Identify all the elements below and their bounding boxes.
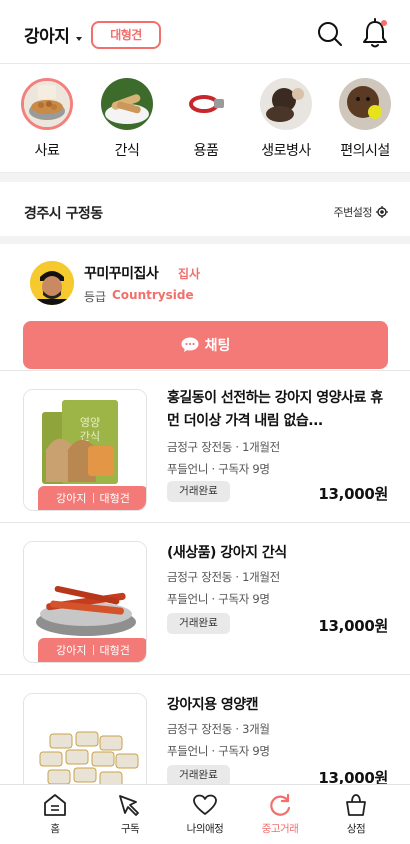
shopping-bag-icon: [346, 794, 366, 816]
product-item[interactable]: 영양 간식 강아지 대형견 홍길동이 선전하는 강아지 영양사료 휴먼 더이상 …: [0, 370, 410, 522]
tab-home[interactable]: 홈: [15, 793, 95, 836]
size-filter-badge[interactable]: 대형견: [91, 21, 161, 49]
status-badge: 거래완료: [167, 613, 230, 634]
home-icon: [44, 794, 66, 816]
tab-used-trade[interactable]: 중고거래: [240, 793, 320, 836]
seller-nickname[interactable]: 꾸미꾸미집사: [84, 263, 159, 283]
grade-label: 등급: [84, 290, 107, 304]
product-seller-info: 푸들언니 · 구독자 9명: [167, 462, 270, 476]
svg-text:영양: 영양: [80, 416, 100, 429]
category-facilities[interactable]: 편의시설: [329, 78, 401, 160]
product-tags: 강아지 대형견: [38, 638, 146, 662]
subscribe-icon: [119, 795, 139, 816]
category-food[interactable]: 사료: [11, 78, 83, 160]
product-price: 13,000원: [318, 617, 388, 635]
pet-type-caret-icon[interactable]: [76, 37, 82, 41]
dog-collar-icon: [180, 78, 232, 130]
category-row: 사료 간식 용품 생로병사 편의시설: [0, 64, 410, 172]
tab-label: 나의애정: [186, 823, 224, 835]
category-label: 생로병사: [261, 143, 311, 159]
avatar[interactable]: [30, 261, 74, 305]
product-tag: 강아지: [56, 492, 87, 505]
heart-icon: [193, 794, 217, 815]
dog-photo-icon: [260, 78, 312, 130]
product-tag: 강아지: [56, 644, 87, 657]
product-location-time: 금정구 장전동 · 1개월전: [167, 570, 280, 584]
nearby-setting-button[interactable]: 주변설정: [334, 204, 388, 220]
category-label: 편의시설: [340, 143, 390, 159]
refresh-icon: [270, 793, 291, 816]
location-target-icon: [376, 206, 388, 218]
product-tag: 대형견: [99, 644, 130, 657]
section-divider: [0, 172, 410, 182]
product-image[interactable]: 영양 간식 강아지 대형견: [23, 389, 147, 511]
product-tags: 강아지 대형견: [38, 486, 146, 510]
category-label: 용품: [193, 143, 219, 159]
location-name: 경주시 구정동: [24, 206, 103, 222]
category-label: 사료: [34, 143, 60, 159]
dog-treats-icon: [101, 78, 153, 130]
product-image[interactable]: 강아지 대형견: [23, 541, 147, 663]
product-item[interactable]: 강아지 대형견 (새상품) 강아지 간식 금정구 장전동 · 1개월전 푸들언니…: [0, 522, 410, 674]
category-life-cycle[interactable]: 생로병사: [250, 78, 322, 160]
tab-subscribe[interactable]: 구독: [90, 793, 170, 836]
product-seller-info: 푸들언니 · 구독자 9명: [167, 592, 270, 606]
tab-my-favorites[interactable]: 나의애정: [165, 793, 245, 836]
product-location-time: 금정구 장전동 · 1개월전: [167, 440, 280, 454]
tab-label: 구독: [120, 823, 140, 835]
product-tag: 대형견: [99, 492, 130, 505]
grade-value: Countryside: [112, 288, 194, 302]
bottom-tab-bar: 홈 구독 나의애정 중고거래 상점: [0, 784, 410, 844]
nearby-setting-label: 주변설정: [333, 206, 373, 219]
product-seller-info: 푸들언니 · 구독자 9명: [167, 744, 270, 758]
seller-role-badge: 집사: [178, 267, 201, 281]
status-badge: 거래완료: [167, 765, 230, 786]
product-title[interactable]: 강아지용 영양캔: [167, 694, 392, 717]
location-bar: 경주시 구정동 주변설정: [0, 182, 410, 236]
tab-shop[interactable]: 상점: [316, 793, 396, 836]
notification-bell-icon[interactable]: [360, 17, 390, 49]
tab-label: 상점: [346, 823, 366, 835]
category-treats[interactable]: 간식: [91, 78, 163, 160]
category-supplies[interactable]: 용품: [170, 78, 242, 160]
section-divider: [0, 236, 410, 244]
app-header: 강아지 대형견: [0, 0, 410, 64]
product-title[interactable]: 홍길동이 선전하는 강아지 영양사료 휴먼 더이상 가격 내림 없습...: [167, 387, 392, 433]
dog-food-bowl-icon: [21, 78, 73, 130]
tag-separator: [92, 645, 94, 655]
tab-label: 홈: [50, 823, 60, 835]
tag-separator: [92, 493, 94, 503]
chat-button[interactable]: 채팅: [23, 321, 388, 369]
pet-type-selector[interactable]: 강아지: [24, 22, 70, 47]
seller-profile: 꾸미꾸미집사 집사 등급 Countryside 채팅: [0, 244, 410, 384]
dog-with-ball-icon: [339, 78, 391, 130]
product-title[interactable]: (새상품) 강아지 간식: [167, 542, 392, 565]
product-location-time: 금정구 장전동 · 3개월: [167, 722, 270, 736]
search-icon[interactable]: [316, 20, 344, 48]
tab-label: 중고거래: [261, 823, 299, 835]
chat-button-label: 채팅: [204, 338, 231, 354]
product-price: 13,000원: [318, 485, 388, 503]
category-label: 간식: [114, 143, 140, 159]
status-badge: 거래완료: [167, 481, 230, 502]
chat-bubble-icon: [181, 337, 199, 352]
